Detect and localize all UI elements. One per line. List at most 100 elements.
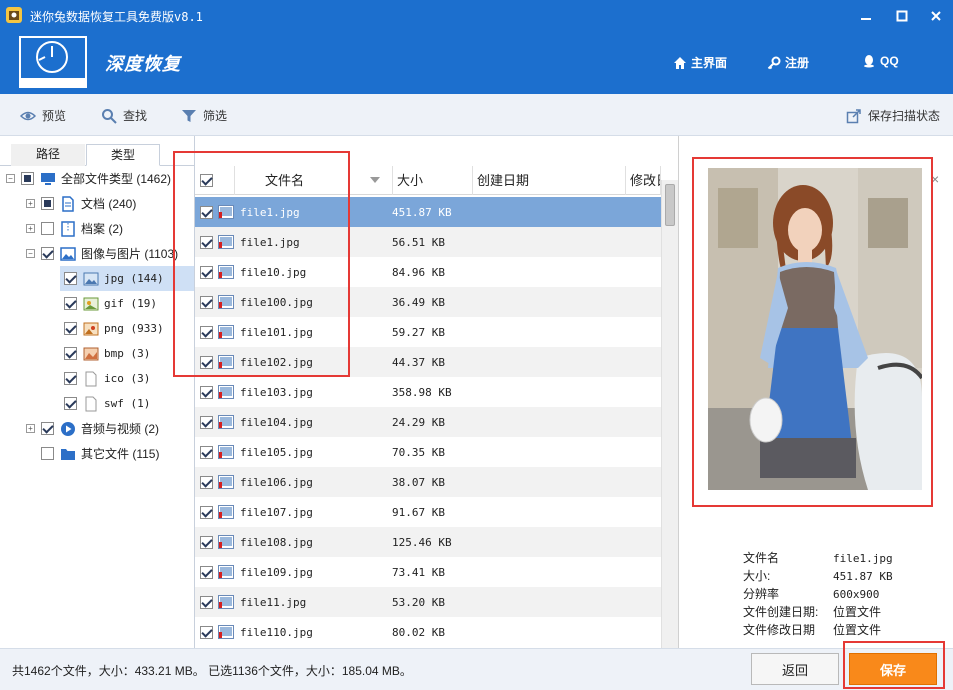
row-checkbox[interactable] [200,265,213,279]
tree-item-docs[interactable]: + 文档 (240) [26,191,136,216]
table-row[interactable]: file101.jpg 59.27 KB [195,317,661,347]
expand-icon[interactable]: + [26,224,35,233]
checkbox-images[interactable] [41,247,54,260]
row-checkbox[interactable] [200,355,213,369]
tree-item-images[interactable]: − 图像与图片 (1103) [26,241,178,266]
header-select-all[interactable] [195,166,235,195]
table-row[interactable]: file107.jpg 91.67 KB [195,497,661,527]
tab-path[interactable]: 路径 [11,144,85,166]
table-row[interactable]: file104.jpg 24.29 KB [195,407,661,437]
tree-item-png[interactable]: png (933) [64,316,164,341]
checkbox-docs[interactable] [41,197,54,210]
row-checkbox[interactable] [200,475,213,489]
column-name[interactable]: 文件名 [235,166,393,195]
table-row[interactable]: file100.jpg 36.49 KB [195,287,661,317]
table-row[interactable]: file11.jpg 53.20 KB [195,587,661,617]
checkbox-archives[interactable] [41,222,54,235]
checkbox-png[interactable] [64,322,77,335]
checkbox-jpg[interactable] [64,272,77,285]
checkbox-other[interactable] [41,447,54,460]
checkbox-audio-video[interactable] [41,422,54,435]
tree-item-jpg[interactable]: jpg (144) [60,266,194,291]
back-button[interactable]: 返回 [751,653,839,685]
table-row[interactable]: file109.jpg 73.41 KB [195,557,661,587]
table-row[interactable]: file1.jpg 56.51 KB [195,227,661,257]
filter-button[interactable]: 筛选 [181,107,227,124]
table-row[interactable]: file110.jpg 80.02 KB [195,617,661,647]
tree-label-audio-video: 音频与视频 (2) [81,422,160,436]
column-created[interactable]: 创建日期 [473,166,626,195]
table-row[interactable]: file108.jpg 125.46 KB [195,527,661,557]
row-checkbox[interactable] [200,295,213,309]
app-header: 深度恢复 主界面 注册 QQ [0,32,953,94]
search-icon [102,108,117,124]
tree-item-ico[interactable]: ico (3) [64,366,150,391]
maximize-icon [896,10,908,22]
tree-item-other[interactable]: 其它文件 (115) [41,441,159,466]
checkbox-all[interactable] [21,172,34,185]
tree-item-all[interactable]: − 全部文件类型 (1462) [6,166,171,191]
list-scrollbar[interactable] [661,180,678,648]
save-button[interactable]: 保存 [849,653,937,685]
tree-label-gif: gif (19) [104,297,157,310]
preview-button[interactable]: 预览 [20,107,66,124]
info-size: 大小: 451.87 KB [743,567,893,584]
expand-icon[interactable]: + [26,199,35,208]
file-size: 451.87 KB [392,205,452,219]
row-checkbox[interactable] [200,415,213,429]
row-checkbox[interactable] [200,565,213,579]
home-button[interactable]: 主界面 [673,54,727,71]
collapse-icon[interactable]: − [26,249,35,258]
row-checkbox[interactable] [200,385,213,399]
tree-item-bmp[interactable]: bmp (3) [64,341,150,366]
blank-file-icon [85,371,97,386]
row-checkbox[interactable] [200,535,213,549]
tree-item-audio-video[interactable]: + 音频与视频 (2) [26,416,159,441]
register-button[interactable]: 注册 [767,54,809,71]
file-size: 56.51 KB [392,235,445,249]
table-row[interactable]: file103.jpg 358.98 KB [195,377,661,407]
info-modified: 文件修改日期 位置文件 [743,621,881,638]
preview-close-icon[interactable]: × [931,171,939,187]
row-checkbox[interactable] [200,625,213,639]
tree-item-archives[interactable]: + 档案 (2) [26,216,123,241]
tree-item-swf[interactable]: swf (1) [64,391,150,416]
filter-label: 筛选 [203,109,228,123]
qq-label: QQ [880,54,899,68]
expand-icon[interactable]: + [26,424,35,433]
corrupt-image-icon [218,535,234,549]
table-row[interactable]: file106.jpg 38.07 KB [195,467,661,497]
row-checkbox[interactable] [200,235,213,249]
file-size: 36.49 KB [392,295,445,309]
tab-type[interactable]: 类型 [86,144,160,166]
close-button[interactable] [922,4,950,28]
file-size: 73.41 KB [392,565,445,579]
table-row[interactable]: file1.jpg 451.87 KB [195,197,661,227]
file-name: file101.jpg [240,325,313,339]
save-scan-button[interactable]: 保存扫描状态 [846,107,940,124]
maximize-button[interactable] [888,4,916,28]
table-row[interactable]: file105.jpg 70.35 KB [195,437,661,467]
row-checkbox[interactable] [200,205,213,219]
checkbox-select-all[interactable] [200,174,213,187]
column-modified[interactable]: 修改日 [626,166,661,195]
checkbox-swf[interactable] [64,397,77,410]
checkbox-gif[interactable] [64,297,77,310]
tree-label-bmp: bmp (3) [104,347,151,360]
row-checkbox[interactable] [200,505,213,519]
scroll-thumb[interactable] [665,184,675,226]
checkbox-bmp[interactable] [64,347,77,360]
row-checkbox[interactable] [200,595,213,609]
corrupt-image-icon [218,265,234,279]
collapse-icon[interactable]: − [6,174,15,183]
column-size[interactable]: 大小 [393,166,473,195]
table-row[interactable]: file10.jpg 84.96 KB [195,257,661,287]
row-checkbox[interactable] [200,445,213,459]
checkbox-ico[interactable] [64,372,77,385]
tree-item-gif[interactable]: gif (19) [64,291,157,316]
search-button[interactable]: 查找 [101,107,147,124]
qq-button[interactable]: QQ [862,54,899,68]
table-row[interactable]: file102.jpg 44.37 KB [195,347,661,377]
minimize-button[interactable] [852,4,880,28]
row-checkbox[interactable] [200,325,213,339]
